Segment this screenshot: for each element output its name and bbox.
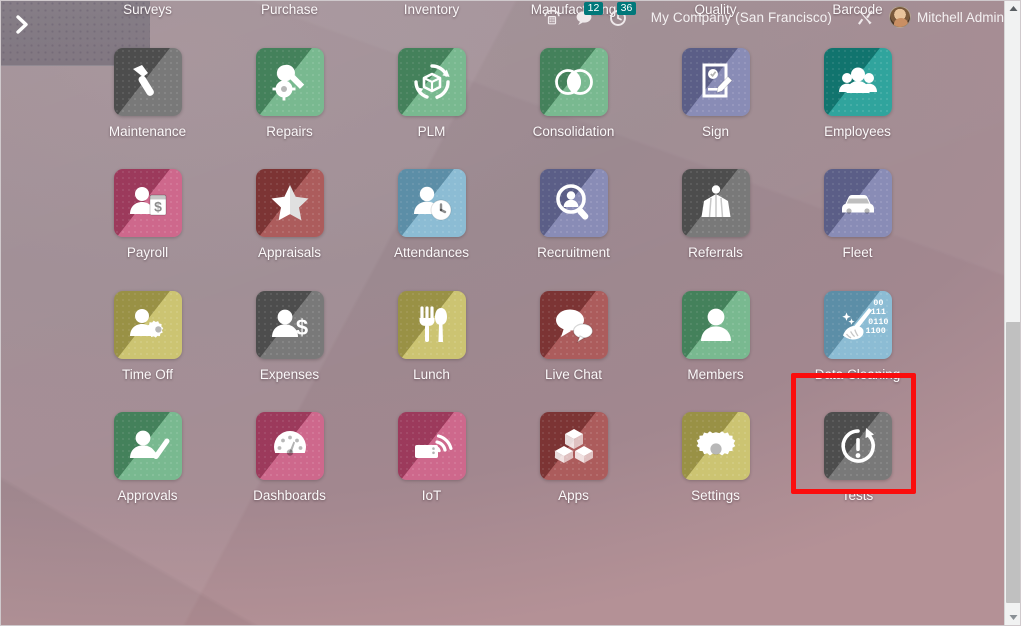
iot-icon bbox=[397, 412, 466, 480]
apps-icon bbox=[539, 412, 608, 480]
lunch-icon bbox=[397, 290, 466, 359]
binary-digits: 00 111 0110 1100 bbox=[865, 297, 889, 336]
user-name: Mitchell Admin bbox=[916, 9, 1004, 25]
consolidation-icon bbox=[539, 47, 608, 116]
app-tile-apps[interactable]: Apps bbox=[503, 400, 645, 522]
members-icon bbox=[681, 290, 750, 359]
app-tile-attendances[interactable]: Attendances bbox=[361, 157, 503, 279]
tools-icon bbox=[855, 8, 875, 27]
referrals-icon bbox=[681, 169, 750, 237]
app-tile-employees[interactable]: Employees bbox=[787, 36, 929, 158]
user-menu[interactable]: Mitchell Admin bbox=[882, 0, 1011, 34]
activities-badge: 36 bbox=[617, 2, 636, 15]
app-label: Repairs bbox=[266, 123, 313, 139]
app-tile-time-off[interactable]: Time Off bbox=[77, 279, 219, 401]
app-tile-sign[interactable]: Sign bbox=[645, 36, 787, 158]
app-tile-live-chat[interactable]: Live Chat bbox=[503, 279, 645, 401]
expenses-icon: $ bbox=[255, 290, 324, 359]
attendances-icon bbox=[397, 169, 466, 237]
appraisals-icon bbox=[255, 169, 324, 237]
app-label: Dashboards bbox=[253, 488, 326, 503]
app-tile-repairs[interactable]: Repairs bbox=[219, 36, 361, 158]
company-switcher[interactable]: My Company (San Francisco) bbox=[635, 0, 848, 34]
app-tile-fleet[interactable]: Fleet bbox=[787, 157, 929, 279]
avatar bbox=[888, 6, 911, 28]
recruitment-icon bbox=[539, 169, 608, 237]
phone-button[interactable] bbox=[536, 0, 568, 34]
app-tile-members[interactable]: Members bbox=[645, 279, 787, 401]
datacleaning-icon: 00 111 0110 1100 bbox=[823, 290, 892, 359]
app-label: IoT bbox=[421, 488, 442, 503]
app-tile-settings[interactable]: Settings bbox=[645, 400, 787, 522]
chevron-right-icon[interactable] bbox=[9, 11, 35, 37]
app-label: Settings bbox=[691, 488, 740, 503]
app-label: Live Chat bbox=[544, 366, 603, 382]
app-label: Time Off bbox=[121, 366, 173, 382]
repairs-icon bbox=[255, 47, 324, 116]
timeoff-icon bbox=[113, 290, 182, 359]
app-tile-tests[interactable]: Tests bbox=[787, 400, 929, 522]
messages-button[interactable]: 12 bbox=[568, 0, 603, 34]
activities-button[interactable]: 36 bbox=[602, 0, 636, 34]
svg-text:$: $ bbox=[154, 199, 162, 215]
app-label: Consolidation bbox=[532, 123, 615, 139]
scrollbar-thumb[interactable] bbox=[1006, 322, 1021, 603]
app-tile-dashboards[interactable]: Dashboards bbox=[219, 400, 361, 522]
top-navbar: 12 36 My Company (San Francisco) Mitchel… bbox=[0, 0, 1021, 34]
app-tile-appraisals[interactable]: Appraisals bbox=[219, 157, 361, 279]
app-tile-referrals[interactable]: Referrals bbox=[645, 157, 787, 279]
app-label: Lunch bbox=[413, 366, 450, 382]
app-tile-payroll[interactable]: $ Payroll bbox=[77, 157, 219, 279]
app-label: Maintenance bbox=[108, 123, 187, 139]
plm-icon bbox=[397, 47, 466, 116]
messages-badge: 12 bbox=[584, 2, 603, 15]
apps-grid: Surveys Purchase Inventory Manufacturing Qua… bbox=[0, 0, 1005, 522]
phone-icon bbox=[543, 9, 561, 25]
caret-down-icon[interactable] bbox=[1005, 609, 1021, 626]
app-label: Approvals bbox=[117, 488, 178, 503]
app-label: Apps bbox=[558, 488, 589, 503]
app-tile-recruitment[interactable]: Recruitment bbox=[503, 157, 645, 279]
developer-tools-button[interactable] bbox=[848, 0, 882, 34]
app-label: Payroll bbox=[126, 245, 169, 260]
sign-icon bbox=[681, 47, 750, 116]
app-label: Expenses bbox=[259, 366, 320, 382]
app-label: PLM bbox=[417, 123, 446, 139]
app-tile-approvals[interactable]: Approvals bbox=[77, 400, 219, 522]
app-label: Employees bbox=[824, 123, 891, 139]
app-label: Sign bbox=[701, 123, 730, 139]
fleet-icon bbox=[823, 169, 892, 237]
app-label: Attendances bbox=[393, 245, 470, 260]
settings-icon bbox=[681, 412, 750, 480]
app-label: Referrals bbox=[688, 245, 743, 260]
caret-up-icon[interactable] bbox=[1005, 0, 1021, 17]
approvals-icon bbox=[113, 412, 182, 480]
employees-icon bbox=[823, 47, 892, 116]
company-name: My Company (San Francisco) bbox=[650, 9, 832, 25]
app-tile-data-cleaning[interactable]: 00 111 0110 1100 Data Cleaning bbox=[787, 279, 929, 401]
app-tile-plm[interactable]: PLM bbox=[361, 36, 503, 158]
app-label: Data Cleaning bbox=[814, 366, 901, 382]
app-tile-lunch[interactable]: Lunch bbox=[361, 279, 503, 401]
dashboards-icon bbox=[255, 412, 324, 480]
maintenance-icon bbox=[113, 47, 182, 116]
app-label: Recruitment bbox=[537, 245, 610, 260]
vertical-scrollbar[interactable] bbox=[1004, 0, 1021, 626]
app-tile-consolidation[interactable]: Consolidation bbox=[503, 36, 645, 158]
app-label: Members bbox=[687, 366, 744, 382]
apps-scroll-area: Surveys Purchase Inventory Manufacturing Qua… bbox=[0, 0, 1005, 626]
app-label: Tests bbox=[841, 488, 874, 503]
app-tile-expenses[interactable]: $ Expenses bbox=[219, 279, 361, 401]
app-label: Appraisals bbox=[257, 245, 322, 260]
payroll-icon: $ bbox=[113, 169, 182, 237]
app-tile-iot[interactable]: IoT bbox=[361, 400, 503, 522]
svg-text:$: $ bbox=[295, 315, 307, 340]
livechat-icon bbox=[539, 290, 608, 359]
tests-icon bbox=[823, 412, 892, 480]
app-tile-maintenance[interactable]: Maintenance bbox=[77, 36, 219, 158]
app-label: Fleet bbox=[842, 245, 873, 260]
